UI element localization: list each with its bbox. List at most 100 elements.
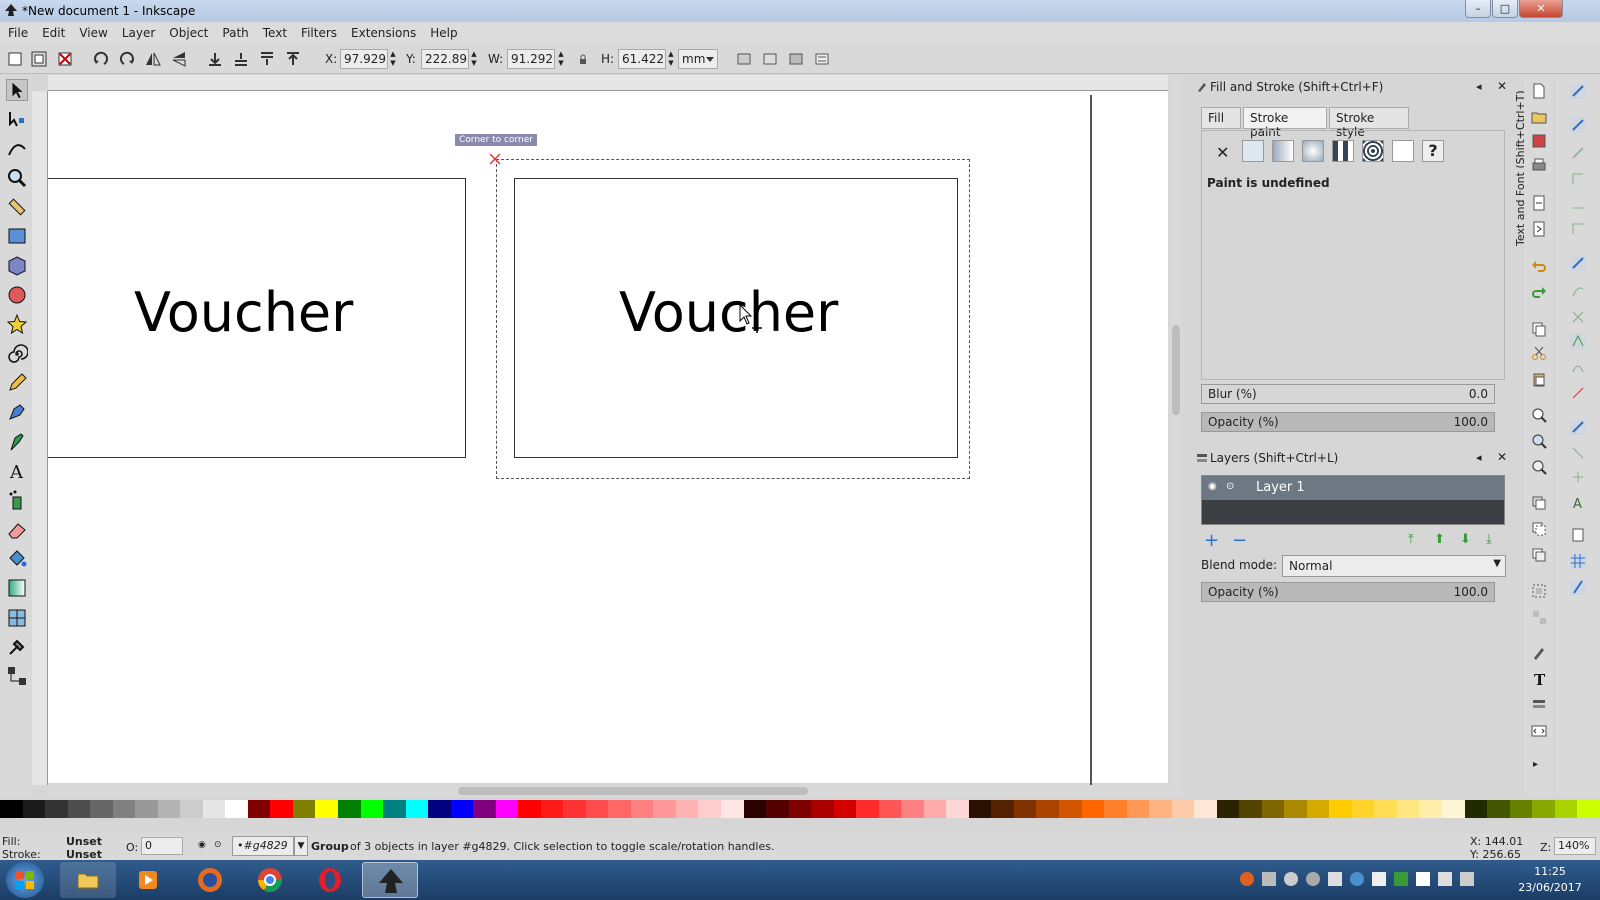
palette-swatch[interactable] bbox=[495, 800, 519, 818]
palette-swatch[interactable] bbox=[698, 800, 721, 818]
drawing-canvas[interactable]: Voucher Voucher Corner to corner bbox=[48, 91, 1168, 783]
palette-swatch[interactable] bbox=[563, 800, 586, 818]
xml-editor-icon[interactable] bbox=[1531, 723, 1547, 739]
blend-mode-select[interactable]: Normal ▼ bbox=[1282, 555, 1506, 577]
zoom-tool-icon[interactable] bbox=[6, 167, 28, 189]
lock-small-icon[interactable]: ⊙ bbox=[214, 840, 222, 850]
menu-file[interactable]: File bbox=[8, 26, 28, 40]
mesh-gradient-icon[interactable] bbox=[1362, 140, 1384, 162]
horizontal-scrollbar[interactable] bbox=[48, 785, 1182, 797]
palette-swatch[interactable] bbox=[360, 800, 384, 818]
3d-box-tool-icon[interactable] bbox=[6, 255, 28, 277]
tray-dropbox-icon[interactable] bbox=[1262, 872, 1276, 886]
save-icon[interactable] bbox=[1531, 133, 1547, 149]
zoom-page-icon[interactable] bbox=[1531, 459, 1547, 475]
palette-swatch[interactable] bbox=[1329, 800, 1352, 818]
import-icon[interactable] bbox=[1531, 195, 1547, 211]
palette-swatch[interactable] bbox=[1239, 800, 1262, 818]
tray-usb-icon[interactable] bbox=[1372, 872, 1386, 886]
lower-to-bottom-icon[interactable] bbox=[206, 50, 224, 68]
vertical-scrollbar[interactable] bbox=[1170, 75, 1182, 785]
eye-small-icon[interactable]: ◉ bbox=[198, 840, 206, 850]
add-layer-icon[interactable]: + bbox=[1204, 530, 1219, 551]
start-button[interactable] bbox=[6, 862, 44, 898]
palette-swatch[interactable] bbox=[202, 800, 226, 818]
transform-patterns-icon[interactable] bbox=[813, 50, 831, 68]
palette-swatch[interactable] bbox=[337, 800, 361, 818]
menu-view[interactable]: View bbox=[79, 26, 107, 40]
snap-intersections-icon[interactable] bbox=[1570, 309, 1586, 325]
tray-security-icon[interactable] bbox=[1394, 872, 1408, 886]
palette-swatch[interactable] bbox=[90, 800, 113, 818]
ellipse-tool-icon[interactable] bbox=[6, 284, 28, 306]
star-tool-icon[interactable] bbox=[6, 313, 28, 335]
pen-tool-icon[interactable] bbox=[6, 401, 28, 423]
taskbar-clock[interactable]: 11:25 23/06/2017 bbox=[1510, 864, 1590, 896]
fill-value[interactable]: Unset bbox=[66, 835, 102, 848]
palette-swatch[interactable] bbox=[292, 800, 316, 818]
palette-swatch[interactable] bbox=[1306, 800, 1330, 818]
fill-stroke-iconify-button[interactable]: ◂ bbox=[1476, 80, 1482, 93]
snap-bbox-center-icon[interactable] bbox=[1570, 221, 1586, 237]
snap-bbox-midpoint-icon[interactable] bbox=[1570, 195, 1586, 211]
snap-grid-icon[interactable] bbox=[1570, 553, 1586, 569]
palette-swatch[interactable] bbox=[585, 800, 609, 818]
y-input[interactable]: 222.895 bbox=[421, 49, 469, 69]
palette-swatch[interactable] bbox=[833, 800, 857, 818]
palette-swatch[interactable] bbox=[1509, 800, 1533, 818]
tray-disk-icon[interactable] bbox=[1306, 872, 1320, 886]
group-icon[interactable] bbox=[1531, 583, 1547, 599]
spray-tool-icon[interactable] bbox=[6, 489, 28, 511]
left-voucher-text[interactable]: Voucher bbox=[134, 281, 353, 344]
palette-swatch[interactable] bbox=[1577, 800, 1600, 818]
raise-to-top-icon[interactable] bbox=[284, 50, 302, 68]
remove-layer-icon[interactable]: − bbox=[1232, 530, 1247, 551]
horizontal-scroll-thumb[interactable] bbox=[458, 787, 808, 795]
lower-layer-icon[interactable]: ⬇ bbox=[1460, 532, 1471, 547]
palette-swatch[interactable] bbox=[946, 800, 969, 818]
palette-swatch[interactable] bbox=[1058, 800, 1082, 818]
layer-row[interactable]: ◉ ⊙ Layer 1 bbox=[1202, 476, 1504, 500]
palette-swatch[interactable] bbox=[1149, 800, 1172, 818]
palette-swatch[interactable] bbox=[991, 800, 1014, 818]
palette-swatch[interactable] bbox=[1194, 800, 1217, 818]
palette-swatch[interactable] bbox=[383, 800, 406, 818]
menu-text[interactable]: Text bbox=[263, 26, 287, 40]
palette-swatch[interactable] bbox=[270, 800, 293, 818]
tray-flag-icon[interactable] bbox=[1416, 872, 1430, 886]
layer-name[interactable]: Layer 1 bbox=[1256, 480, 1305, 495]
undo-icon[interactable] bbox=[1531, 259, 1547, 275]
snap-smooth-nodes-icon[interactable] bbox=[1570, 359, 1586, 375]
y-spinner[interactable]: ▲ ▼ bbox=[470, 50, 478, 68]
palette-swatch[interactable] bbox=[157, 800, 181, 818]
snap-midpoints-icon[interactable] bbox=[1570, 385, 1586, 401]
raise-icon[interactable] bbox=[258, 50, 276, 68]
menu-path[interactable]: Path bbox=[222, 26, 248, 40]
lower-icon[interactable] bbox=[232, 50, 250, 68]
bucket-tool-icon[interactable] bbox=[6, 548, 28, 570]
menu-help[interactable]: Help bbox=[430, 26, 457, 40]
palette-swatch[interactable] bbox=[428, 800, 451, 818]
paste-icon[interactable] bbox=[1531, 371, 1547, 387]
spiral-tool-icon[interactable] bbox=[6, 343, 28, 365]
scale-corners-icon[interactable] bbox=[761, 50, 779, 68]
snap-cusp-nodes-icon[interactable] bbox=[1570, 333, 1586, 349]
menu-layer[interactable]: Layer bbox=[122, 26, 155, 40]
snap-page-border-icon[interactable] bbox=[1570, 527, 1586, 543]
flip-vertical-icon[interactable] bbox=[170, 50, 188, 68]
zoom-drawing-icon[interactable] bbox=[1531, 433, 1547, 449]
palette-swatch[interactable] bbox=[1396, 800, 1420, 818]
palette-swatch[interactable] bbox=[247, 800, 271, 818]
palette-swatch[interactable] bbox=[856, 800, 879, 818]
palette-swatch[interactable] bbox=[1351, 800, 1375, 818]
select-all-layers-icon[interactable] bbox=[30, 50, 48, 68]
palette-swatch[interactable] bbox=[1126, 800, 1150, 818]
unlink-clone-icon[interactable] bbox=[1531, 547, 1547, 563]
rotate-ccw-icon[interactable] bbox=[92, 50, 110, 68]
lock-icon[interactable] bbox=[574, 50, 592, 68]
eraser-tool-icon[interactable] bbox=[6, 519, 28, 541]
rectangle-tool-icon[interactable] bbox=[6, 225, 28, 247]
palette-swatch[interactable] bbox=[1532, 800, 1555, 818]
snap-bbox-icon[interactable] bbox=[1570, 117, 1586, 133]
snap-guide-icon[interactable] bbox=[1570, 579, 1586, 595]
